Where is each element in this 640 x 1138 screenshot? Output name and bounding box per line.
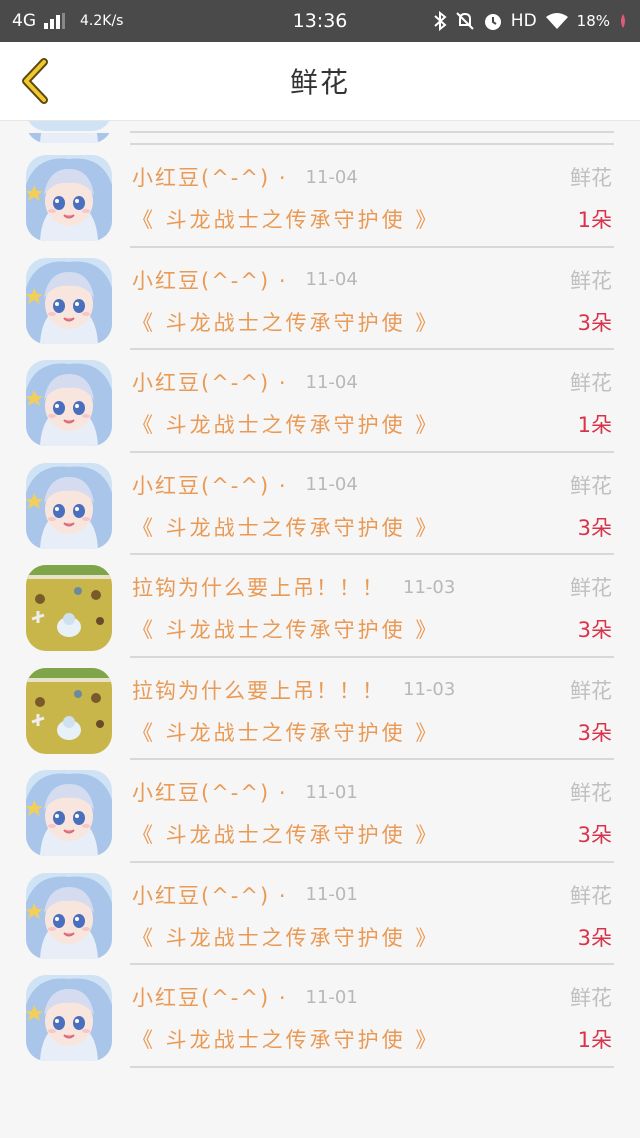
gift-type: 鲜花 [570,166,612,190]
anime-girl-avatar-icon [26,257,112,344]
gift-date: 11-04 [305,166,358,188]
list-item[interactable]: 小红豆(^-^) · 11-01 鲜花 《 斗龙战士之传承守护使 》 1朵 [0,965,640,1068]
gift-type: 鲜花 [570,883,612,908]
back-button[interactable] [14,56,54,106]
avatar [26,565,112,651]
gift-type: 鲜花 [570,371,612,395]
book-title: 《 斗龙战士之传承守护使 》 [132,208,440,232]
book-title: 《 斗龙战士之传承守护使 》 [132,618,440,642]
battery-low-icon [618,13,628,29]
back-chevron-icon [22,58,48,104]
book-title: 《 斗龙战士之传承守护使 》 [132,823,440,847]
gift-date: 11-01 [305,781,358,803]
avatar [26,121,112,131]
wifi-icon [545,12,569,30]
gift-type: 鲜花 [570,576,612,600]
list-item[interactable]: 小红豆(^-^) · 11-04 鲜花 《 斗龙战士之传承守护使 》 1朵 [0,145,640,248]
book-title: 《 斗龙战士之传承守护使 》 [132,413,440,437]
anime-girl-avatar-icon [26,155,112,241]
sender-name: 小红豆(^-^) · [132,781,288,805]
anime-girl-avatar-icon [26,770,112,856]
row-divider [130,1065,614,1068]
flower-count: 1朵 [577,208,612,232]
sender-name: 小红豆(^-^) · [132,371,288,395]
game-scene-avatar-icon [26,565,112,651]
anime-girl-avatar-icon [26,133,112,143]
anime-girl-avatar-icon [26,462,112,549]
gift-date: 11-03 [403,679,456,700]
flower-count: 1朵 [577,1028,612,1052]
sender-name: 小红豆(^-^) · [132,268,288,293]
gift-type: 鲜花 [570,986,612,1010]
book-title: 《 斗龙战士之传承守护使 》 [132,515,440,540]
gift-type: 鲜花 [570,268,612,293]
avatar [26,667,112,754]
list-item[interactable]: 拉钩为什么要上吊！！！ 11-03 鲜花 《 斗龙战士之传承守护使 》 3朵 [0,555,640,658]
avatar [26,462,112,549]
flower-count: 3朵 [577,720,612,745]
game-scene-avatar-icon [26,667,112,754]
list-item[interactable]: 拉钩为什么要上吊！！！ 11-03 鲜花 《 斗龙战士之传承守护使 》 3朵 [0,658,640,760]
bluetooth-icon [433,11,447,31]
sender-name: 小红豆(^-^) · [132,473,288,498]
network-type: 4G [12,11,36,31]
flower-gift-list: 小红豆(^-^) · 11-04 鲜花 《 斗龙战士之传承守护使 》 3朵 小红… [0,121,640,1068]
list-item-partial[interactable] [0,121,640,133]
book-title: 《 斗龙战士之传承守护使 》 [132,925,440,950]
list-item[interactable]: 小红豆(^-^) · 11-01 鲜花 《 斗龙战士之传承守护使 》 3朵 [0,863,640,965]
book-title: 《 斗龙战士之传承守护使 》 [132,310,440,335]
book-title: 《 斗龙战士之传承守护使 》 [132,720,440,745]
mute-bell-icon [455,11,475,31]
signal-icon [44,13,66,29]
flower-count: 3朵 [577,823,612,847]
avatar [26,360,112,446]
flower-count: 3朵 [577,618,612,642]
flower-count: 3朵 [577,925,612,950]
gift-date: 11-04 [305,474,358,495]
alarm-icon [483,11,503,31]
gift-date: 11-01 [305,884,358,905]
list-item[interactable]: 小红豆(^-^) · 11-04 鲜花 《 斗龙战士之传承守护使 》 1朵 [0,350,640,453]
hd-indicator: HD [510,11,537,31]
gift-type: 鲜花 [570,473,612,498]
book-title: 《 斗龙战士之传承守护使 》 [132,1028,440,1052]
avatar [26,155,112,241]
sender-name: 小红豆(^-^) · [132,883,288,908]
avatar [26,770,112,856]
sender-name: 拉钩为什么要上吊！！！ [132,576,385,600]
list-item[interactable]: 小红豆(^-^) · 11-01 鲜花 《 斗龙战士之传承守护使 》 3朵 [0,760,640,863]
status-bar: 4G 4.2K/s 13:36 HD 18% [0,0,640,42]
avatar [26,872,112,959]
avatar [26,133,112,143]
battery-level: 18% [576,12,610,30]
gift-type: 鲜花 [570,678,612,703]
sender-name: 拉钩为什么要上吊！！！ [132,678,385,703]
flower-count: 1朵 [577,413,612,437]
app-header: 鲜花 [0,42,640,121]
gift-date: 11-03 [403,576,456,598]
sender-name: 小红豆(^-^) · [132,986,288,1010]
avatar [26,257,112,344]
list-item[interactable]: 小红豆(^-^) · 11-04 鲜花 《 斗龙战士之传承守护使 》 3朵 [0,133,640,145]
anime-girl-avatar-icon [26,872,112,959]
gift-date: 11-01 [305,986,358,1008]
flower-count: 3朵 [577,310,612,335]
sender-name: 小红豆(^-^) · [132,166,288,190]
list-item[interactable]: 小红豆(^-^) · 11-04 鲜花 《 斗龙战士之传承守护使 》 3朵 [0,453,640,555]
flower-count: 3朵 [577,515,612,540]
gift-date: 11-04 [305,371,358,393]
anime-girl-avatar-icon [26,360,112,446]
gift-date: 11-04 [305,269,358,290]
avatar [26,975,112,1061]
list-item[interactable]: 小红豆(^-^) · 11-04 鲜花 《 斗龙战士之传承守护使 》 3朵 [0,248,640,350]
page-title: 鲜花 [289,66,350,99]
gift-type: 鲜花 [570,781,612,805]
anime-girl-avatar-icon [26,975,112,1061]
network-speed: 4.2K/s [80,13,124,29]
